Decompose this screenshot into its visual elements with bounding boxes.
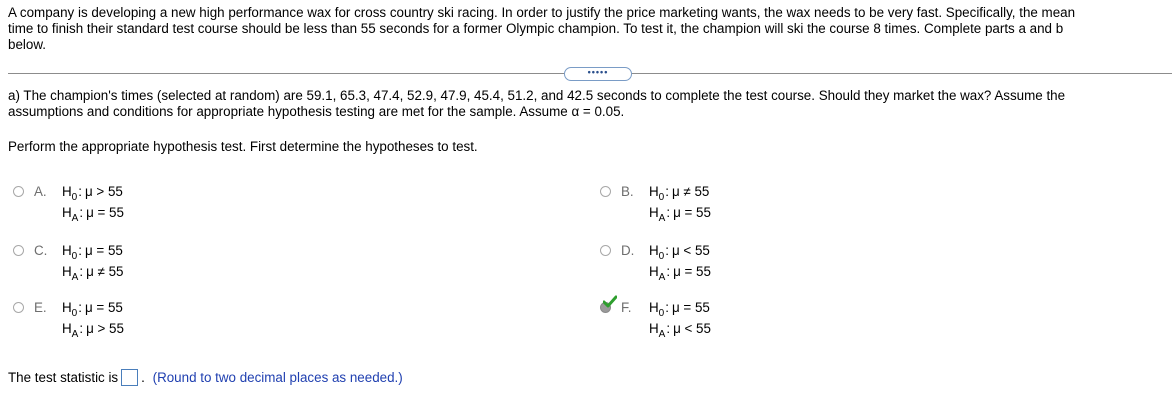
radio-button-a[interactable] [13,186,24,197]
option-letter: A. [34,184,47,199]
checkmark-icon [603,295,617,308]
alternative-hypothesis: HA: μ ≠ 55 [62,264,124,283]
option-b[interactable]: B. H0: μ ≠ 55 HA: μ = 55 [600,184,900,224]
null-hypothesis: H0: μ = 55 [62,243,123,262]
test-statistic-input[interactable] [121,369,139,386]
option-letter: B. [621,184,634,199]
alternative-hypothesis: HA: μ = 55 [649,264,711,283]
option-letter: E. [34,300,47,315]
intro-line-3: below. [8,37,46,52]
alternative-hypothesis: HA: μ < 55 [649,321,711,340]
problem-intro: A company is developing a new high perfo… [8,5,1170,53]
part-a-line-2: assumptions and conditions for appropria… [8,104,625,119]
radio-button-d[interactable] [600,245,611,256]
intro-line-2: time to finish their standard test cours… [8,21,1064,36]
null-hypothesis: H0: μ = 55 [649,300,710,319]
option-letter: F. [621,300,632,315]
part-a-line-1: a) The champion's times (selected at ran… [8,88,1066,103]
radio-button-e[interactable] [13,302,24,313]
null-hypothesis: H0: μ = 55 [62,300,123,319]
test-statistic-row: The test statistic is. (Round to two dec… [8,369,403,386]
alternative-hypothesis: HA: μ = 55 [62,205,124,224]
instruction-text: Perform the appropriate hypothesis test.… [8,139,478,154]
radio-button-b[interactable] [600,186,611,197]
option-c[interactable]: C. H0: μ = 55 HA: μ ≠ 55 [13,243,313,283]
alternative-hypothesis: HA: μ > 55 [62,321,124,340]
option-letter: D. [621,243,635,258]
rounding-hint: (Round to two decimal places as needed.) [152,370,403,385]
expand-collapse-button[interactable]: ••••• [564,67,632,81]
period-text: . [141,370,145,385]
null-hypothesis: H0: μ > 55 [62,184,123,203]
alternative-hypothesis: HA: μ = 55 [649,205,711,224]
option-a[interactable]: A. H0: μ > 55 HA: μ = 55 [13,184,313,224]
null-hypothesis: H0: μ ≠ 55 [649,184,710,203]
option-d[interactable]: D. H0: μ < 55 HA: μ = 55 [600,243,900,283]
null-hypothesis: H0: μ < 55 [649,243,710,262]
radio-button-c[interactable] [13,245,24,256]
intro-line-1: A company is developing a new high perfo… [8,5,1076,20]
option-letter: C. [34,243,48,258]
test-statistic-label: The test statistic is [8,370,119,385]
option-f[interactable]: F. H0: μ = 55 HA: μ < 55 [600,295,900,340]
option-e[interactable]: E. H0: μ = 55 HA: μ > 55 [13,300,313,340]
part-a-question: a) The champion's times (selected at ran… [8,88,1170,120]
